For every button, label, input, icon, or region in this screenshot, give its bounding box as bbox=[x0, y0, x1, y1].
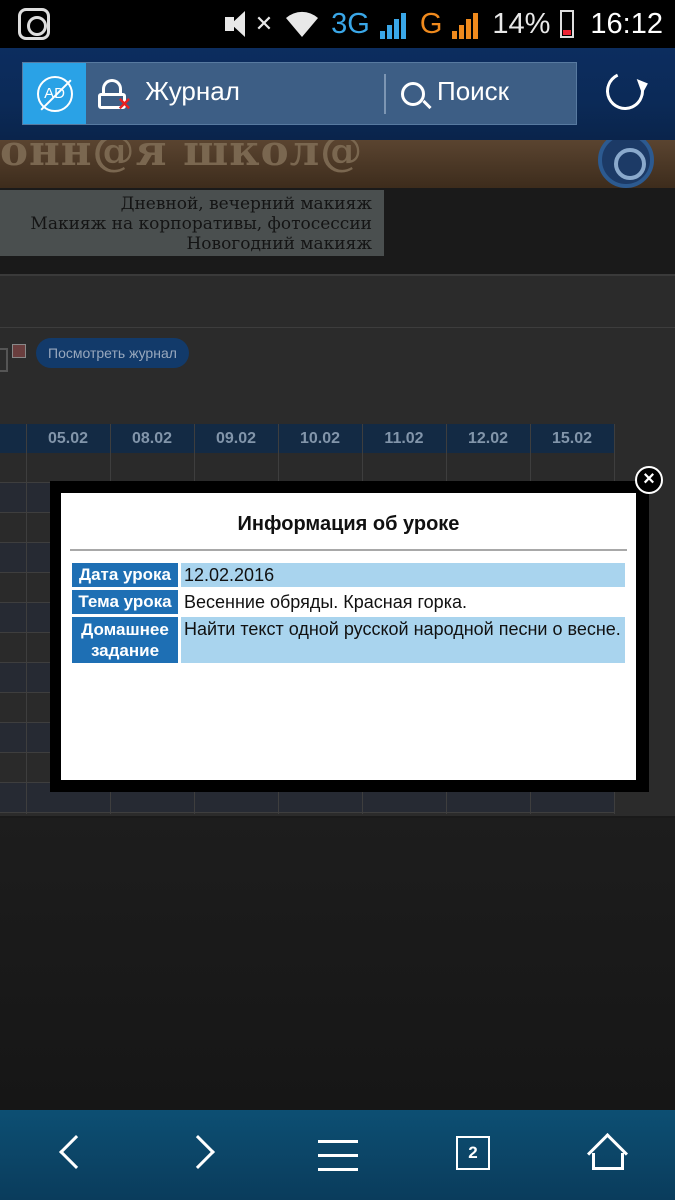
date-column-header: 09.02 bbox=[215, 430, 257, 447]
ad-block-button[interactable]: AD bbox=[23, 63, 86, 124]
close-dialog-button[interactable]: × bbox=[635, 466, 663, 494]
forward-button[interactable] bbox=[150, 1110, 250, 1200]
date-column-header: 08.02 bbox=[131, 430, 173, 447]
lesson-info-dialog: Информация об уроке Дата урока 12.02.201… bbox=[50, 481, 649, 792]
date-column-header: 05.02 bbox=[47, 430, 89, 447]
menu-icon[interactable] bbox=[318, 1140, 358, 1172]
address-bar[interactable]: AD × Журнал Поиск bbox=[22, 62, 577, 125]
date-input-edge[interactable] bbox=[0, 348, 8, 372]
homework-value: Найти текст одной русской народной песни… bbox=[181, 617, 625, 663]
ad-line: Новогодний макияж bbox=[186, 234, 372, 254]
search-button[interactable]: Поиск bbox=[437, 76, 509, 107]
network-g-label: G bbox=[419, 7, 443, 40]
wifi-icon bbox=[286, 11, 319, 38]
lesson-date-row: Дата урока 12.02.2016 bbox=[72, 563, 625, 587]
date-column-header: 11.02 bbox=[384, 430, 424, 447]
battery-percent: 14% bbox=[492, 7, 551, 40]
page-title[interactable]: Журнал bbox=[145, 76, 240, 107]
dialog-body: Информация об уроке Дата урока 12.02.201… bbox=[61, 493, 636, 780]
ad-block[interactable]: Дневной, вечерний макияж Макияж на корпо… bbox=[0, 190, 384, 256]
homework-label: Домашнее задание bbox=[72, 617, 178, 663]
network-3g-label: 3G bbox=[331, 7, 370, 40]
back-button[interactable] bbox=[20, 1110, 120, 1200]
browser-toolbar: AD × Журнал Поиск bbox=[0, 48, 675, 140]
site-logo bbox=[598, 140, 654, 188]
lesson-date-value: 12.02.2016 bbox=[181, 563, 625, 587]
browser-bottom-nav: 2 bbox=[0, 1110, 675, 1200]
divider bbox=[70, 549, 627, 551]
signal-3g-icon bbox=[379, 9, 410, 39]
site-title: онн@я школ@ bbox=[0, 140, 364, 175]
reload-icon[interactable] bbox=[600, 66, 650, 116]
date-column-header: 12.02 bbox=[467, 430, 509, 447]
lesson-topic-label: Тема урока bbox=[72, 590, 178, 614]
ad-block-icon: AD bbox=[36, 75, 73, 112]
date-column-header: 2 bbox=[0, 424, 24, 453]
insecure-lock-icon[interactable]: × bbox=[98, 79, 131, 115]
calendar-icon[interactable] bbox=[12, 344, 26, 358]
home-icon[interactable] bbox=[586, 1132, 629, 1175]
ad-line: Дневной, вечерний макияж bbox=[120, 194, 372, 214]
homework-row: Домашнее задание Найти текст одной русск… bbox=[72, 617, 625, 663]
status-bar: ✕ 3G G 14% 16:12 bbox=[0, 0, 675, 48]
dialog-title: Информация об уроке bbox=[237, 513, 460, 535]
divider bbox=[0, 327, 675, 328]
signal-g-icon bbox=[452, 9, 482, 39]
mute-icon bbox=[223, 9, 259, 39]
table-row bbox=[0, 453, 615, 483]
forward-icon bbox=[181, 1135, 215, 1169]
grid-line bbox=[26, 424, 27, 814]
date-column-header: 15.02 bbox=[551, 430, 593, 447]
clock: 16:12 bbox=[590, 7, 663, 40]
back-icon bbox=[59, 1135, 93, 1169]
battery-icon bbox=[560, 10, 575, 38]
page-footer-background bbox=[0, 818, 675, 1110]
lesson-date-label: Дата урока bbox=[72, 563, 178, 587]
status-icons: ✕ 3G G 14% 16:12 bbox=[223, 0, 663, 48]
view-journal-button[interactable]: Посмотреть журнал bbox=[36, 338, 189, 368]
site-banner: онн@я школ@ bbox=[0, 140, 675, 188]
lesson-topic-value: Весенние обряды. Красная горка. bbox=[181, 590, 625, 614]
tabs-button[interactable]: 2 bbox=[456, 1136, 490, 1170]
date-column-header: 10.02 bbox=[299, 430, 341, 447]
address-divider bbox=[384, 74, 386, 114]
ad-line: Макияж на корпоративы, фотосессии bbox=[30, 214, 372, 234]
search-icon[interactable] bbox=[401, 82, 425, 106]
lesson-topic-row: Тема урока Весенние обряды. Красная горк… bbox=[72, 590, 625, 614]
app-notification-icon bbox=[18, 8, 50, 40]
